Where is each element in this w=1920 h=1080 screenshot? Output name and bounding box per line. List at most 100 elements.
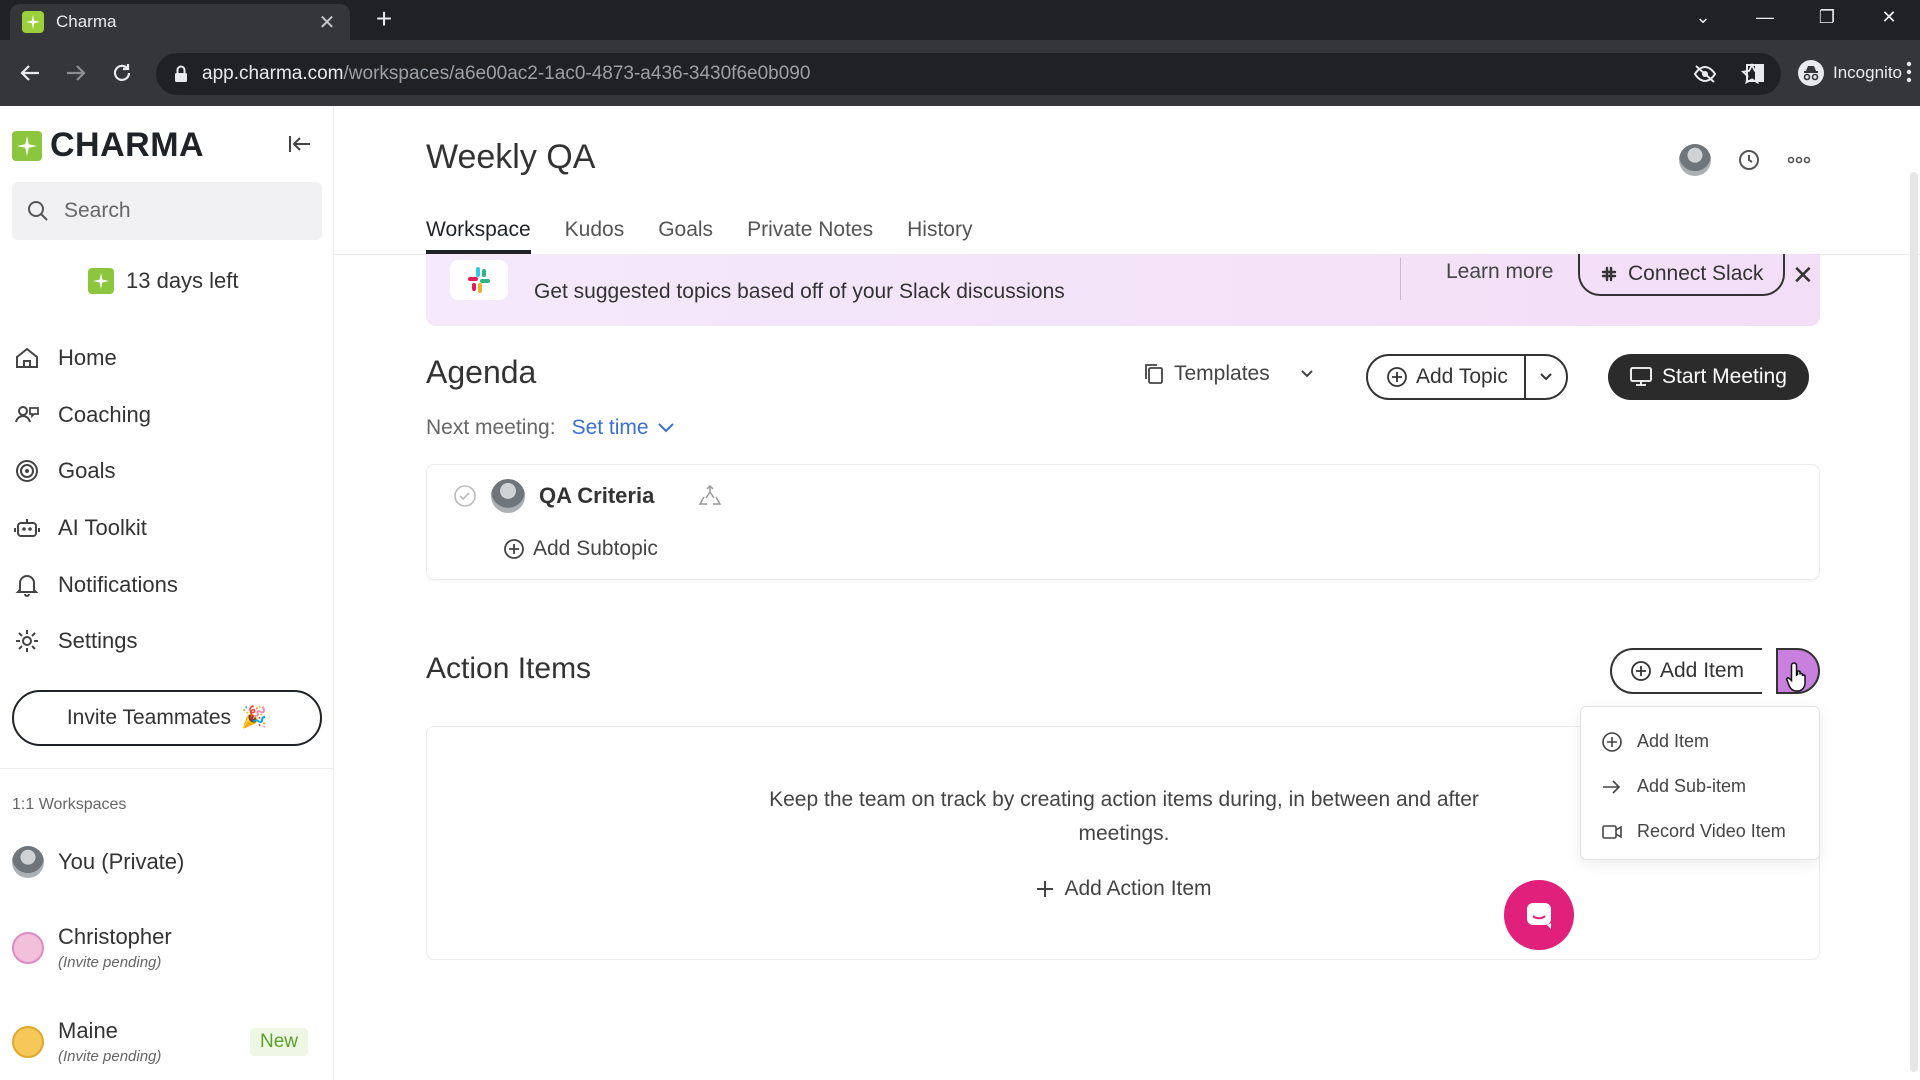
arrow-right-icon [1601,776,1623,798]
restore-icon[interactable]: ❐ [1796,7,1858,28]
menu-item-add-item[interactable]: Add Item [1581,719,1819,764]
charma-logo[interactable]: CHARMA [12,126,204,165]
add-subtopic-button[interactable]: Add Subtopic [503,537,658,561]
collapse-sidebar-icon[interactable] [288,134,312,154]
window-controls: ⌄ — ❐ ✕ [1672,0,1920,34]
history-clock-icon[interactable] [1737,148,1761,172]
new-tab-icon[interactable]: + [370,5,398,34]
tab-goals[interactable]: Goals [658,218,713,254]
back-icon[interactable] [14,57,46,89]
recycle-icon[interactable] [698,485,722,507]
set-time-label: Set time [571,416,649,439]
workspace-item-christopher[interactable]: Christopher (Invite pending) [12,924,322,971]
url-path: /workspaces/a6e00ac2-1ac0-4873-a436-3430… [343,63,811,84]
topic-title[interactable]: QA Criteria [539,483,654,509]
browser-tabbar: Charma ✕ + ⌄ — ❐ ✕ [0,0,1920,40]
invite-teammates-button[interactable]: Invite Teammates 🎉 [12,690,322,746]
sidebar-item-ai-toolkit[interactable]: AI Toolkit [12,500,322,557]
minimize-icon[interactable]: — [1734,7,1796,28]
logo-text: CHARMA [50,126,205,164]
avatar [12,1025,44,1058]
search-box[interactable] [12,182,322,240]
menu-item-label: Record Video Item [1637,821,1786,841]
incognito-indicator[interactable]: Incognito [1745,55,1902,91]
browser-menu-icon[interactable] [1906,60,1912,84]
sidebar-item-notifications[interactable]: Notifications [12,556,322,613]
learn-more-link[interactable]: Learn more [1446,260,1553,284]
workspaces-heading: 1:1 Workspaces [12,796,127,813]
close-tab-icon[interactable]: ✕ [316,10,338,35]
sidebar-item-label: Home [58,345,117,371]
divider [0,768,334,769]
sidebar-item-goals[interactable]: Goals [12,443,322,500]
split-view-icon[interactable] [1745,63,1765,83]
add-action-item-button[interactable]: Add Action Item [427,877,1821,901]
tab-kudos[interactable]: Kudos [565,218,625,254]
add-item-button[interactable]: Add Item [1610,648,1763,694]
next-meeting: Next meeting: Set time [426,416,675,440]
add-topic-button[interactable]: Add Topic [1368,356,1526,398]
topic-row[interactable]: QA Criteria [453,479,722,513]
eye-off-icon[interactable] [1693,64,1717,84]
page-title: Weekly QA [426,138,596,176]
address-bar[interactable]: app.charma.com /workspaces/a6e00ac2-1ac0… [156,53,1781,95]
check-circle-icon[interactable] [453,484,477,508]
monitor-icon [1630,367,1652,387]
video-camera-icon [1601,821,1623,843]
plus-circle-icon [503,538,525,560]
avatar[interactable] [1679,144,1711,176]
workspace-item-you[interactable]: You (Private) [12,846,322,878]
connect-slack-button[interactable]: Connect Slack [1578,254,1786,296]
workspace-item-maine[interactable]: Maine (Invite pending) New [12,1018,322,1065]
slack-banner: Get suggested topics based off of your S… [426,254,1820,326]
avatar [12,846,44,878]
tab-title: Charma [56,12,117,31]
charma-logo-icon [12,130,42,161]
sidebar-item-settings[interactable]: Settings [12,613,322,670]
add-subtopic-label: Add Subtopic [533,537,658,560]
close-window-icon[interactable]: ✕ [1858,7,1920,28]
add-topic-label: Add Topic [1416,365,1508,388]
tab-private-notes[interactable]: Private Notes [747,218,873,254]
page-scrollbar[interactable] [1910,172,1918,1072]
tab-search-icon[interactable]: ⌄ [1672,7,1734,28]
browser-tab[interactable]: Charma ✕ [10,4,350,40]
templates-label: Templates [1174,362,1270,385]
add-item-label: Add Item [1660,659,1745,682]
more-options-icon[interactable] [1787,156,1811,164]
add-topic-split-button: Add Topic [1366,354,1568,400]
close-banner-icon[interactable]: ✕ [1792,260,1814,291]
set-time-dropdown[interactable]: Set time [572,416,675,440]
action-items-heading: Action Items [426,652,592,685]
trial-status[interactable]: 13 days left [88,268,239,294]
search-icon [26,199,50,223]
coaching-icon [14,402,40,428]
menu-item-record-video-item[interactable]: Record Video Item [1581,809,1819,854]
tab-workspace[interactable]: Workspace [426,218,531,254]
menu-item-add-sub-item[interactable]: Add Sub-item [1581,764,1819,809]
banner-text: Get suggested topics based off of your S… [534,280,1065,303]
plus-icon [1036,880,1054,898]
sidebar-item-coaching[interactable]: Coaching [12,387,322,444]
topic-card: QA Criteria Add Subtopic [426,464,1820,580]
forward-icon[interactable] [60,57,92,89]
sidebar-item-home[interactable]: Home [12,330,322,387]
avatar [491,479,525,513]
reload-icon[interactable] [106,57,138,89]
gear-icon [14,628,40,654]
search-input[interactable] [64,199,304,223]
charma-star-icon [88,268,114,294]
chat-bubble-icon [1523,899,1555,931]
workspace-name: Maine [58,1018,118,1043]
add-topic-dropdown-button[interactable] [1526,356,1566,398]
chevron-down-icon [657,422,675,434]
banner-divider [1400,258,1401,300]
hand-cursor-icon [1786,661,1812,693]
sidebar-item-label: Coaching [58,401,151,427]
tab-history[interactable]: History [907,218,972,254]
templates-dropdown[interactable]: Templates [1144,362,1314,386]
start-meeting-button[interactable]: Start Meeting [1608,354,1809,400]
plus-circle-icon [1630,660,1652,682]
incognito-label: Incognito [1833,63,1902,82]
chat-support-button[interactable] [1504,880,1574,950]
